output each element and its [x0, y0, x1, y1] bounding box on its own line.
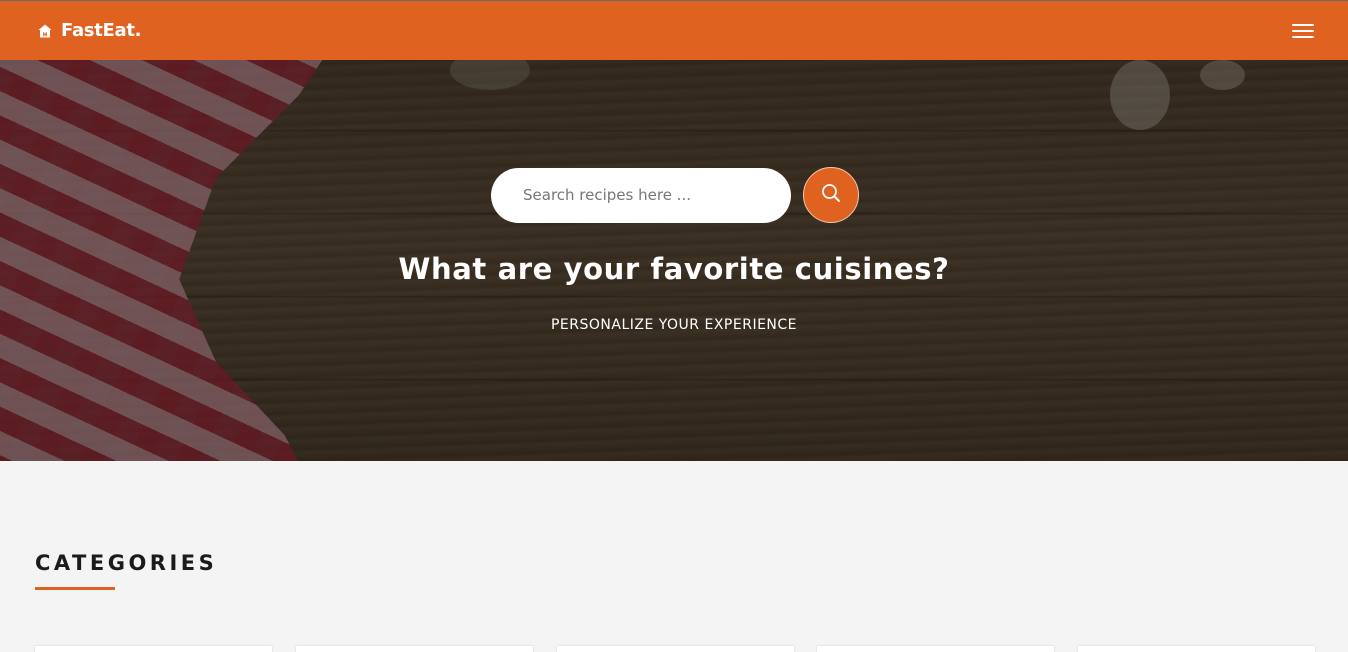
search-icon	[820, 182, 842, 209]
search-input[interactable]	[491, 167, 791, 223]
categories-heading: CATEGORIES	[35, 551, 218, 575]
search-button[interactable]	[803, 167, 859, 223]
home-icon	[37, 23, 53, 39]
hero-title: What are your favorite cuisines?	[398, 252, 950, 286]
category-card[interactable]	[817, 646, 1055, 652]
brand-logo[interactable]: FastEat.	[37, 20, 142, 41]
search-bar	[491, 167, 859, 223]
top-navbar: FastEat.	[0, 1, 1348, 60]
brand-name: FastEat.	[61, 20, 142, 41]
hero-banner: What are your favorite cuisines? PERSONA…	[0, 60, 1348, 461]
heading-underline	[35, 587, 115, 590]
category-card[interactable]	[35, 646, 272, 652]
category-card[interactable]	[1078, 646, 1315, 652]
category-cards	[35, 646, 1315, 652]
hamburger-menu-icon[interactable]	[1292, 22, 1314, 40]
category-card[interactable]	[556, 646, 794, 652]
hero-subtitle: PERSONALIZE YOUR EXPERIENCE	[550, 317, 798, 333]
category-card[interactable]	[295, 646, 533, 652]
